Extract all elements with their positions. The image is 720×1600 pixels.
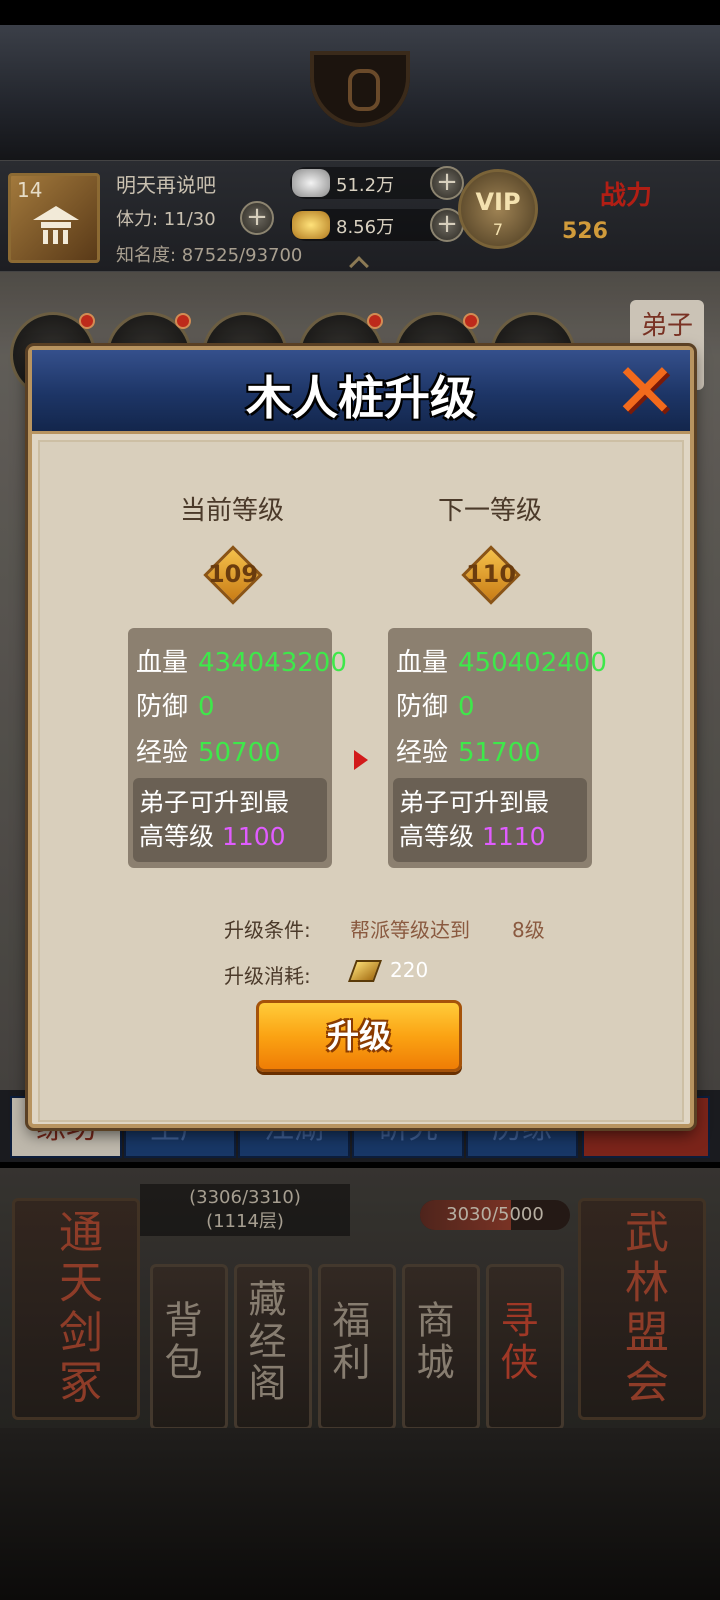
fame-text: 知名度: 87525/93700 — [116, 245, 303, 266]
cost-label: 升级消耗: — [224, 964, 311, 988]
next-level-value: 110 — [465, 560, 517, 588]
next-stats-panel: 血量 450402400 防御 0 经验 51700 弟子可升到最 高等级 1110 — [388, 628, 607, 868]
power-label: 战力 — [600, 181, 653, 211]
hp-row: 血量 450402400 — [396, 642, 607, 679]
current-level-value: 109 — [207, 560, 259, 588]
gold-value: 8.56万 — [336, 217, 395, 238]
add-silver-button[interactable]: + — [430, 166, 464, 200]
max-level-label: 高等级 — [399, 822, 475, 851]
defense-row: 防御 0 — [396, 686, 475, 723]
exp-row: 经验 51700 — [396, 732, 541, 769]
condition-label: 升级条件: — [224, 918, 311, 942]
player-level: 14 — [17, 178, 43, 202]
hp-row: 血量 434043200 — [136, 642, 347, 679]
dialog-header: 木人桩升级 ✕ — [32, 350, 690, 434]
max-level-box: 弟子可升到最 高等级 1100 — [133, 778, 327, 862]
silver-value: 51.2万 — [336, 175, 395, 196]
player-name: 明天再说吧 — [116, 173, 216, 197]
hp-value: 450402400 — [458, 648, 607, 678]
upgrade-dialog: 木人桩升级 ✕ 当前等级 109 血量 434043200 防御 0 经验 50700… — [28, 346, 694, 1128]
dialog-title: 木人桩升级 — [246, 371, 476, 425]
max-level-text-line2: 高等级 1110 — [399, 820, 581, 854]
roof-ornament-icon — [310, 51, 410, 127]
player-avatar[interactable]: 14 — [8, 173, 100, 263]
upgrade-button[interactable]: 升级 — [256, 1000, 462, 1072]
next-level-header: 下一等级 — [437, 496, 542, 526]
dialog-body: 当前等级 109 血量 434043200 防御 0 经验 50700 弟子可升到最 … — [38, 440, 684, 1122]
roof-banner — [0, 25, 720, 160]
vip-label: VIP — [475, 188, 521, 216]
footer-background — [0, 1428, 720, 1600]
defense-value: 0 — [458, 692, 475, 722]
max-level-text-line1: 弟子可升到最 — [139, 788, 290, 817]
max-level-text-line2: 高等级 1100 — [139, 820, 321, 854]
max-level-value: 1110 — [481, 822, 546, 851]
exp-row: 经验 50700 — [136, 732, 281, 769]
vip-level: 7 — [492, 220, 504, 239]
defense-label: 防御 — [396, 692, 449, 722]
hp-label: 血量 — [136, 648, 189, 678]
current-stats-panel: 血量 434043200 防御 0 经验 50700 弟子可升到最 高等级 1100 — [128, 628, 347, 868]
vip-badge[interactable]: VIP 7 — [458, 169, 538, 249]
stamina-text: 体力: 11/30 — [116, 209, 216, 230]
exp-value: 50700 — [198, 738, 281, 768]
pavilion-icon — [33, 206, 79, 244]
condition-text: 帮派等级达到 — [350, 918, 470, 942]
max-level-value: 1100 — [221, 822, 286, 851]
player-info-bar: 14 明天再说吧 体力: 11/30 + 知名度: 87525/93700 51… — [0, 160, 720, 276]
max-level-box: 弟子可升到最 高等级 1110 — [393, 778, 587, 862]
current-level-header: 当前等级 — [179, 496, 284, 526]
condition-level: 8级 — [512, 918, 545, 942]
defense-row: 防御 0 — [136, 686, 215, 723]
exp-label: 经验 — [396, 738, 449, 768]
exp-label: 经验 — [136, 738, 189, 768]
hp-label: 血量 — [396, 648, 449, 678]
add-stamina-button[interactable]: + — [240, 201, 274, 235]
arrow-right-icon — [354, 750, 368, 770]
silver-ingot-icon — [292, 169, 330, 197]
cost-value: 220 — [390, 958, 429, 982]
max-level-label: 高等级 — [139, 822, 215, 851]
exp-value: 51700 — [458, 738, 541, 768]
silver-resource: 51.2万 + — [290, 166, 464, 200]
close-icon[interactable]: ✕ — [608, 353, 682, 429]
hp-value: 434043200 — [198, 648, 347, 678]
gold-ingot-icon — [292, 211, 330, 239]
power-value: 526 — [562, 219, 608, 244]
max-level-text-line1: 弟子可升到最 — [399, 788, 550, 817]
gold-resource: 8.56万 + — [290, 208, 464, 242]
defense-value: 0 — [198, 692, 215, 722]
defense-label: 防御 — [136, 692, 189, 722]
gold-bar-icon — [347, 960, 383, 982]
